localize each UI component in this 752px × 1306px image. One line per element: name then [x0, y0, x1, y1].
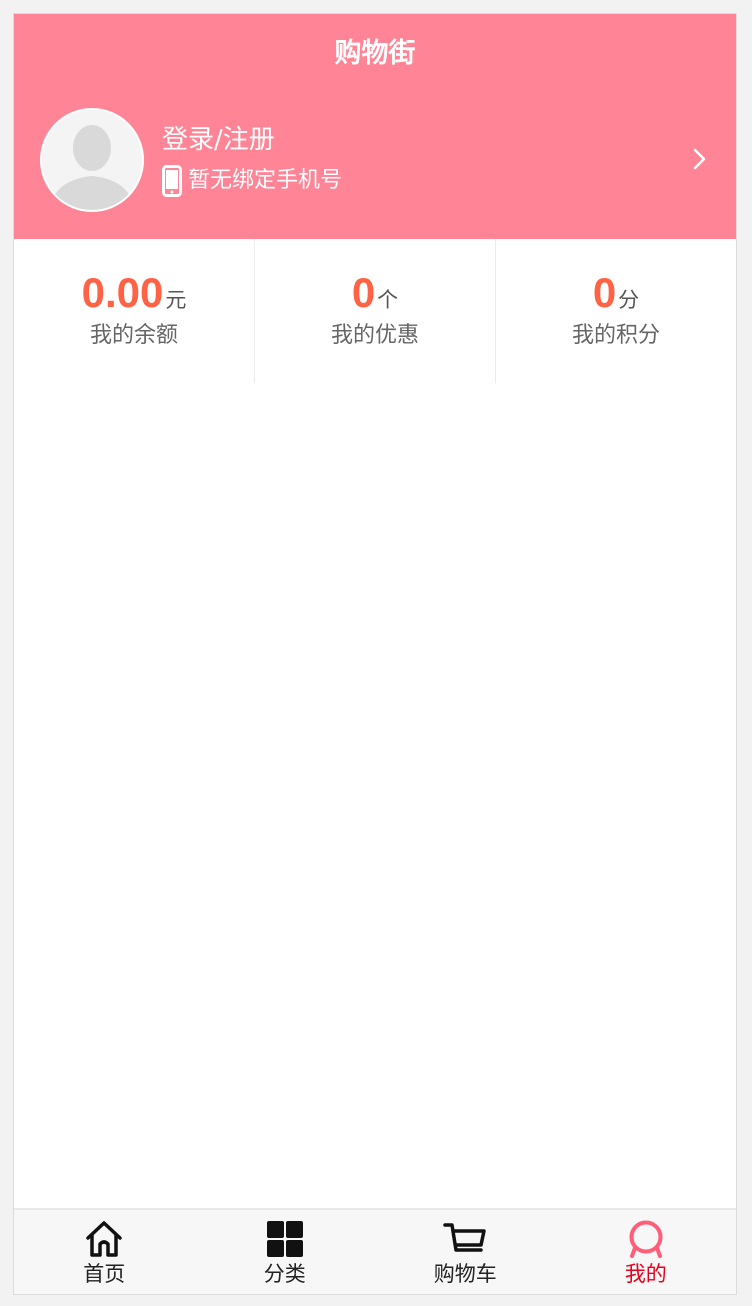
home-icon — [86, 1221, 122, 1257]
tab-category[interactable]: 分类 — [195, 1210, 376, 1294]
balance-unit: 元 — [165, 288, 187, 312]
grid-icon — [266, 1221, 303, 1257]
profile-header: 购物街 登录/注册 暂无绑定手机号 — [14, 14, 736, 239]
page-title: 购物街 — [334, 38, 416, 69]
points-label: 我的积分 — [571, 323, 660, 348]
balance-value: 0.00 — [81, 269, 164, 316]
login-register-link[interactable]: 登录/注册 — [162, 122, 275, 158]
tab-cart-label: 购物车 — [433, 1262, 497, 1286]
points-value-row: 0分 — [496, 269, 736, 317]
coupons-unit: 个 — [377, 288, 399, 312]
points-value: 0 — [592, 269, 617, 316]
avatar[interactable] — [40, 108, 144, 212]
default-avatar-icon — [42, 110, 142, 210]
phone-binding-row: 暂无绑定手机号 — [162, 164, 342, 198]
points-stat[interactable]: 0分 我的积分 — [495, 239, 736, 383]
coupons-stat[interactable]: 0个 我的优惠 — [254, 239, 495, 383]
tab-profile-label: 我的 — [624, 1262, 667, 1286]
cart-icon — [443, 1223, 486, 1252]
tab-cart[interactable]: 购物车 — [375, 1210, 556, 1294]
coupons-value: 0 — [351, 269, 376, 316]
bottom-tab-bar: 首页 分类 购物车 我的 — [14, 1208, 736, 1294]
account-stats: 0.00元 我的余额 0个 我的优惠 0分 我的积分 — [14, 239, 736, 383]
balance-stat[interactable]: 0.00元 我的余额 — [14, 239, 254, 383]
tab-profile[interactable]: 我的 — [556, 1210, 737, 1294]
chevron-right-icon[interactable] — [690, 144, 710, 174]
profile-icon — [629, 1220, 663, 1258]
tab-home[interactable]: 首页 — [14, 1210, 195, 1294]
coupons-value-row: 0个 — [255, 269, 495, 317]
balance-label: 我的余额 — [89, 323, 178, 348]
points-unit: 分 — [618, 288, 640, 312]
tab-category-label: 分类 — [263, 1262, 306, 1286]
app-frame: 购物街 登录/注册 暂无绑定手机号 0.00元 我的余额 0个 我的优惠 0分 … — [13, 13, 737, 1295]
tab-home-label: 首页 — [83, 1262, 126, 1286]
coupons-label: 我的优惠 — [330, 323, 419, 348]
phone-binding-text: 暂无绑定手机号 — [188, 168, 343, 193]
mobile-phone-icon — [162, 165, 182, 197]
balance-value-row: 0.00元 — [14, 269, 254, 317]
profile-row[interactable]: 登录/注册 暂无绑定手机号 — [14, 108, 736, 214]
